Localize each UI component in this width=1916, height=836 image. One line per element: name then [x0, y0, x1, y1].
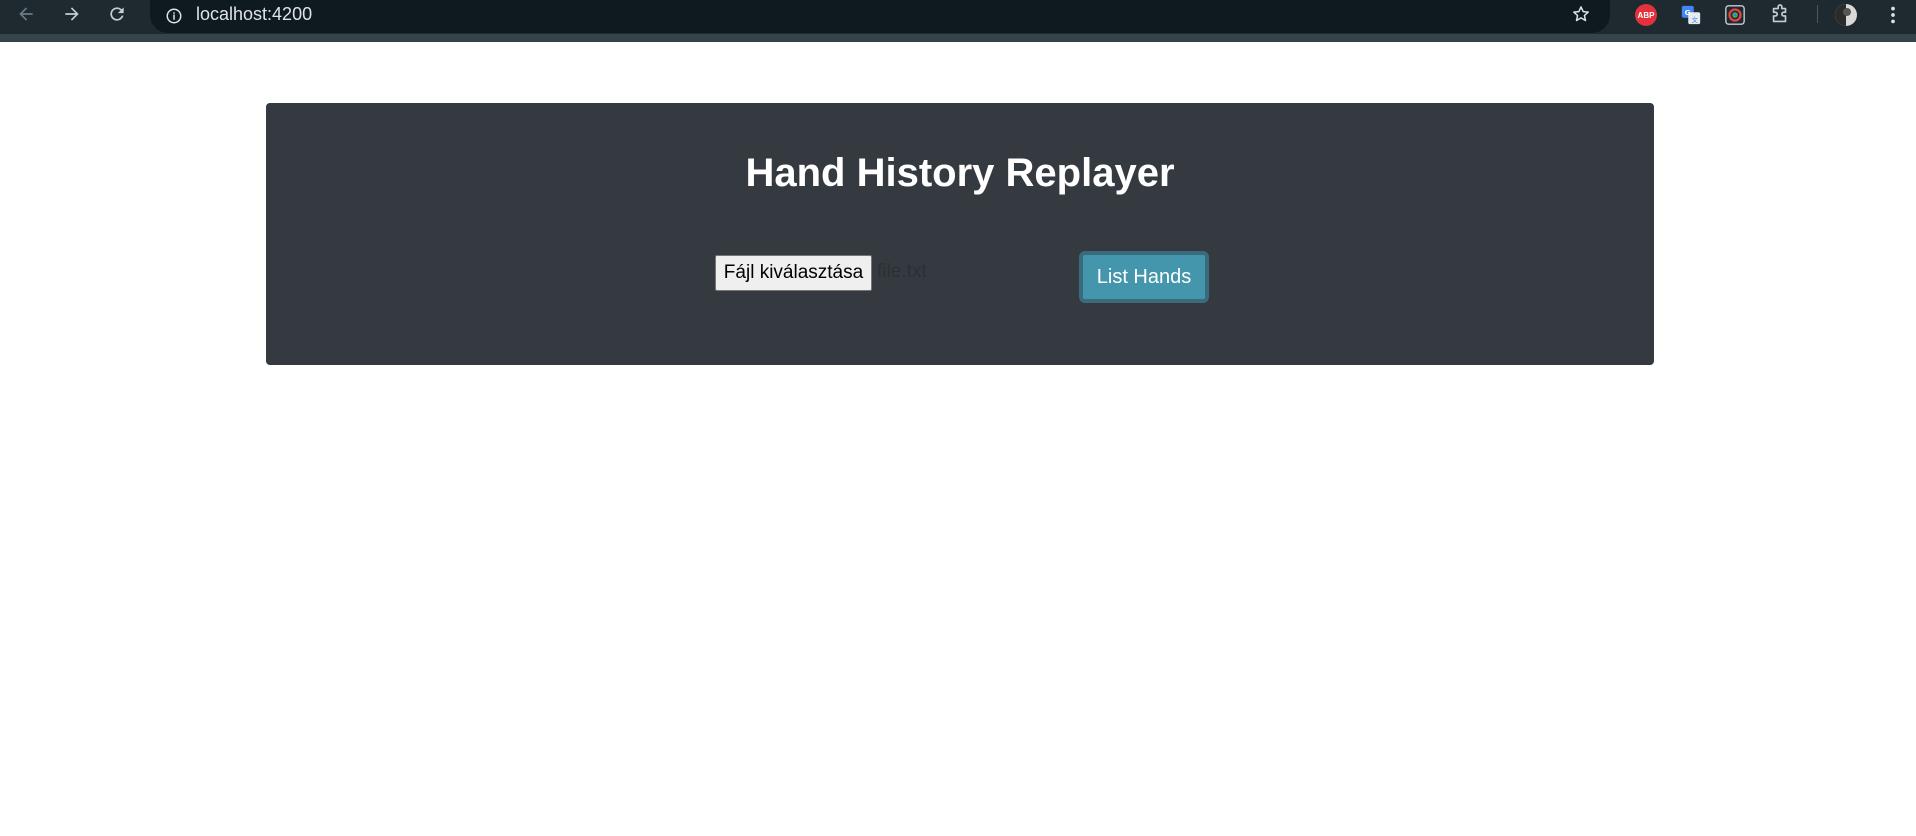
- file-choose-button[interactable]: Fájl kiválasztása: [715, 255, 872, 291]
- svg-text:文: 文: [1691, 15, 1698, 24]
- info-icon[interactable]: [164, 6, 184, 26]
- svg-text:G: G: [1685, 8, 1691, 17]
- puzzle-icon: [1772, 4, 1787, 23]
- reload-button[interactable]: [97, 0, 137, 28]
- forward-button[interactable]: [52, 0, 92, 28]
- page-title: Hand History Replayer: [745, 151, 1175, 195]
- avatar: [1835, 4, 1857, 26]
- url-text[interactable]: localhost:4200: [196, 4, 312, 24]
- list-hands-button[interactable]: List Hands: [1079, 251, 1209, 303]
- color-picker-icon: [1725, 5, 1745, 25]
- header-panel: Hand History Replayer Fájl kiválasztása …: [266, 103, 1654, 365]
- back-button[interactable]: [6, 0, 46, 28]
- toolbar-bottom-strip: [0, 34, 1916, 42]
- adblock-icon: ABP: [1635, 4, 1657, 26]
- more-vert-icon: [1891, 6, 1895, 24]
- selected-file-name: file.txt: [877, 261, 927, 282]
- arrow-right-icon: [65, 7, 79, 21]
- toolbar-divider: [1817, 5, 1818, 23]
- extensions-button[interactable]: [1767, 2, 1793, 28]
- reload-icon: [110, 7, 124, 21]
- profile-button[interactable]: [1833, 2, 1859, 28]
- translate-extension-button[interactable]: G 文: [1678, 2, 1704, 28]
- star-icon[interactable]: [1570, 3, 1592, 25]
- browser-menu-button[interactable]: [1880, 2, 1906, 28]
- color-picker-extension-button[interactable]: [1722, 2, 1748, 28]
- translate-icon: G 文: [1681, 5, 1701, 25]
- arrow-left-icon: [19, 7, 33, 21]
- adblock-extension-button[interactable]: ABP: [1633, 2, 1659, 28]
- address-bar[interactable]: localhost:4200: [150, 0, 1610, 33]
